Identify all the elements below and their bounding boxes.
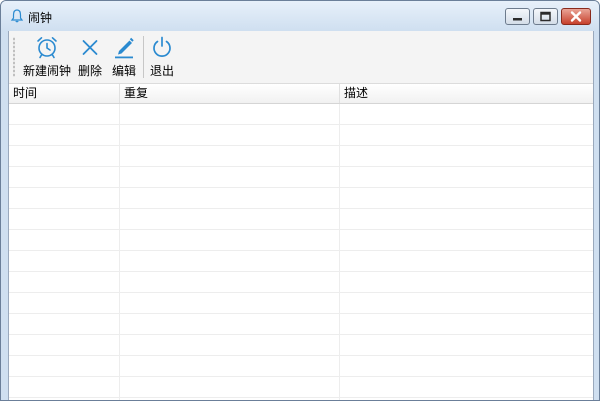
table-row[interactable]	[9, 335, 593, 356]
maximize-icon	[540, 11, 551, 22]
toolbar-grip[interactable]	[13, 37, 15, 77]
edit-label: 编辑	[111, 64, 136, 78]
table-row[interactable]	[9, 272, 593, 293]
delete-label: 删除	[77, 64, 102, 78]
client-area: 新建闹钟 删除 编辑 退出 时间 重复 描述	[8, 31, 594, 400]
bell-icon	[10, 9, 24, 23]
minimize-button[interactable]	[505, 8, 530, 25]
edit-button[interactable]: 编辑	[109, 35, 139, 81]
minimize-icon	[513, 18, 522, 21]
pencil-icon	[115, 37, 134, 59]
table-header: 时间 重复 描述	[9, 84, 593, 104]
table-row[interactable]	[9, 188, 593, 209]
exit-label: 退出	[149, 64, 174, 78]
close-button[interactable]	[561, 8, 591, 25]
column-header-repeat[interactable]: 重复	[119, 84, 339, 103]
table-row[interactable]	[9, 356, 593, 377]
toolbar-separator	[143, 36, 144, 78]
table-row[interactable]	[9, 209, 593, 230]
table-row[interactable]	[9, 251, 593, 272]
new-alarm-label: 新建闹钟	[22, 64, 71, 78]
title-bar[interactable]: 闹钟	[1, 1, 599, 31]
delete-icon	[82, 40, 98, 55]
table-row[interactable]	[9, 104, 593, 125]
app-window: 闹钟 新建闹钟 删除 编辑 退出 时间 重复 描述	[0, 0, 600, 401]
delete-button[interactable]: 删除	[75, 35, 105, 81]
table-row[interactable]	[9, 167, 593, 188]
table-row[interactable]	[9, 146, 593, 167]
table-body[interactable]	[9, 104, 593, 400]
table-row[interactable]	[9, 230, 593, 251]
power-icon	[153, 36, 171, 57]
window-title: 闹钟	[28, 11, 53, 25]
table-row[interactable]	[9, 314, 593, 335]
table-row[interactable]	[9, 125, 593, 146]
table-row[interactable]	[9, 293, 593, 314]
table-row[interactable]	[9, 377, 593, 398]
column-header-time[interactable]: 时间	[9, 84, 119, 103]
toolbar: 新建闹钟 删除 编辑 退出	[9, 31, 593, 84]
column-header-description[interactable]: 描述	[339, 84, 593, 103]
column-divider	[339, 104, 340, 400]
column-divider	[119, 104, 120, 400]
alarm-clock-icon	[37, 37, 57, 59]
maximize-button[interactable]	[533, 8, 558, 25]
exit-button[interactable]: 退出	[147, 35, 177, 81]
alarm-table[interactable]: 时间 重复 描述	[9, 84, 593, 400]
close-icon	[570, 11, 582, 22]
new-alarm-button[interactable]: 新建闹钟	[22, 35, 72, 81]
